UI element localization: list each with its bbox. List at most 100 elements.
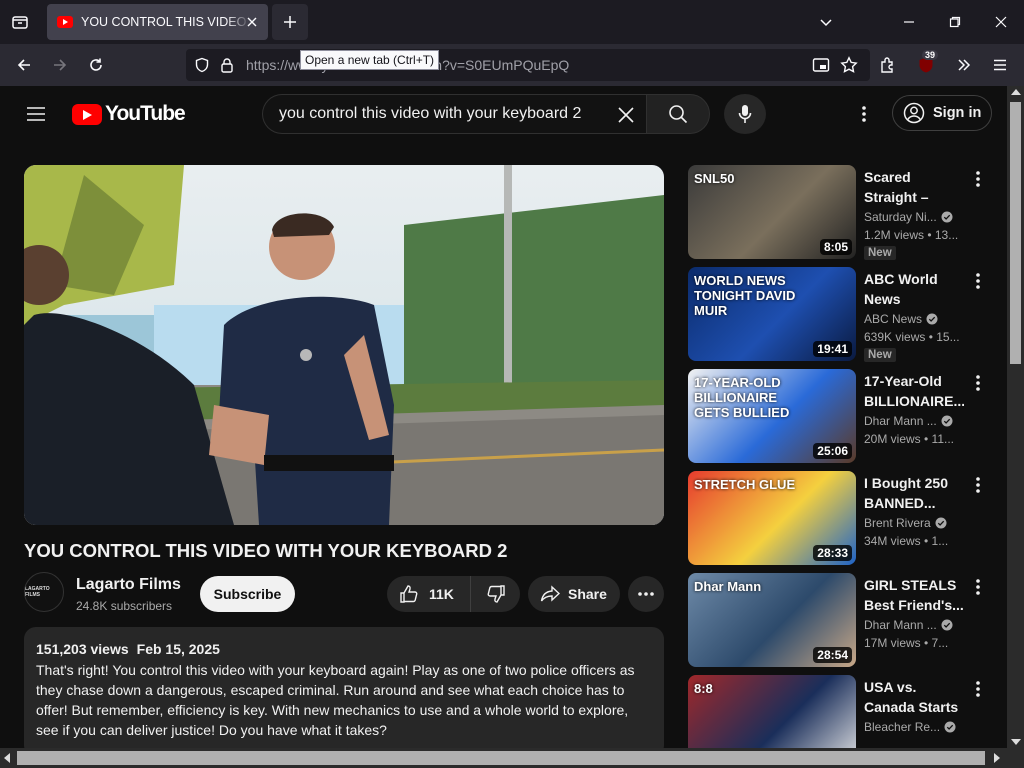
tab-title: YOU CONTROL THIS VIDEO WITH YOUR KEYBOAR…: [81, 15, 251, 29]
recommendation-stats: 20M views • 11...: [864, 432, 955, 446]
recommendation-channel[interactable]: Dhar Mann ...: [864, 414, 953, 428]
vertical-scroll-thumb[interactable]: [1010, 102, 1021, 364]
sign-in-button[interactable]: Sign in: [892, 95, 992, 131]
restore-icon[interactable]: [941, 8, 969, 36]
recommendation-title[interactable]: GIRL STEALS Best Friend's...: [864, 575, 964, 615]
settings-more-icon[interactable]: [850, 100, 878, 128]
recommendation-thumbnail[interactable]: WORLD NEWS TONIGHT DAVID MUIR 19:41: [688, 267, 856, 361]
extensions-puzzle-icon[interactable]: [874, 51, 902, 79]
recommendation-more-icon[interactable]: [968, 371, 988, 395]
channel-avatar-text: LAGARTO FILMS: [25, 586, 50, 598]
thumbs-down-icon: [487, 585, 505, 603]
search-query-text: you control this video with your keyboar…: [279, 105, 582, 122]
thumbnail-text: Dhar Mann: [694, 579, 762, 594]
forward-arrow-icon[interactable]: [46, 51, 74, 79]
verified-check-icon: [941, 619, 953, 631]
video-player[interactable]: [24, 165, 664, 525]
browser-tab-active[interactable]: YOU CONTROL THIS VIDEO WITH YOUR KEYBOAR…: [47, 4, 268, 40]
scroll-up-arrow-icon[interactable]: [1011, 89, 1021, 95]
recommendation-more-icon[interactable]: [968, 167, 988, 191]
recommendation-channel-name: Bleacher Re...: [864, 720, 941, 734]
bookmark-star-icon[interactable]: [840, 56, 858, 74]
recommendation-item[interactable]: Dhar Mann 28:54 GIRL STEALS Best Friend's.…: [688, 573, 993, 669]
extension-badge-count: 39: [922, 50, 939, 60]
recommendation-channel[interactable]: Dhar Mann ...: [864, 618, 953, 632]
horizontal-scrollbar[interactable]: [0, 748, 1024, 768]
verified-check-icon: [944, 721, 956, 733]
recommendation-channel-name: ABC News: [864, 312, 923, 326]
recommendation-more-icon[interactable]: [968, 575, 988, 599]
lock-icon[interactable]: [220, 57, 234, 73]
new-tab-button[interactable]: [272, 4, 308, 40]
close-tab-icon[interactable]: [244, 14, 260, 30]
recommendation-thumbnail[interactable]: Dhar Mann 28:54: [688, 573, 856, 667]
address-bar[interactable]: https://www.youtube.com/watch?v=S0EUmPQu…: [186, 49, 870, 81]
recommendation-thumbnail[interactable]: 17-YEAR-OLD BILLIONAIRE GETS BULLIED 25:0…: [688, 369, 856, 463]
channel-avatar[interactable]: LAGARTO FILMS: [24, 572, 64, 612]
thumbnail-text: 8:8: [694, 681, 713, 696]
new-badge: New: [864, 246, 896, 260]
video-duration: 19:41: [813, 341, 852, 357]
description-meta: 151,203 views Feb 15, 2025: [36, 641, 652, 657]
search-input[interactable]: you control this video with your keyboar…: [262, 94, 646, 134]
tab-list-icon[interactable]: [6, 8, 34, 36]
vertical-scrollbar[interactable]: [1007, 86, 1024, 748]
recommendation-channel[interactable]: Bleacher Re...: [864, 720, 956, 734]
overflow-chevrons-icon[interactable]: [950, 51, 978, 79]
verified-check-icon: [941, 415, 953, 427]
list-all-tabs-chevron-icon[interactable]: [812, 8, 840, 36]
like-button[interactable]: 11K: [387, 576, 471, 612]
recommendation-more-icon[interactable]: [968, 473, 988, 497]
scroll-left-arrow-icon[interactable]: [4, 753, 10, 763]
more-actions-button[interactable]: [628, 576, 664, 612]
scroll-right-arrow-icon[interactable]: [994, 753, 1000, 763]
video-title: YOU CONTROL THIS VIDEO WITH YOUR KEYBOAR…: [24, 540, 508, 561]
subscriber-count: 24.8K subscribers: [76, 599, 173, 613]
recommendation-title[interactable]: 17-Year-Old BILLIONAIRE...: [864, 371, 964, 411]
recommendation-item[interactable]: WORLD NEWS TONIGHT DAVID MUIR 19:41 ABC Wo…: [688, 267, 993, 363]
recommendation-thumbnail[interactable]: SNL50 8:05: [688, 165, 856, 259]
guide-menu-icon[interactable]: [22, 100, 50, 128]
recommendation-more-icon[interactable]: [968, 269, 988, 293]
recommendation-thumbnail[interactable]: 8:8: [688, 675, 856, 748]
plus-icon: [284, 16, 296, 28]
minimize-icon[interactable]: [895, 8, 923, 36]
recommendation-title[interactable]: Scared Straight – SNL50: [864, 167, 964, 207]
browser-tab-bar: YOU CONTROL THIS VIDEO WITH YOUR KEYBOAR…: [0, 0, 1024, 44]
reload-icon[interactable]: [82, 51, 110, 79]
share-button[interactable]: Share: [528, 576, 620, 612]
thumbs-up-icon: [400, 585, 418, 603]
dislike-button[interactable]: [472, 576, 520, 612]
video-frame-image: [24, 165, 664, 525]
clear-search-icon[interactable]: [610, 99, 642, 131]
close-window-icon[interactable]: [987, 8, 1015, 36]
scroll-down-arrow-icon[interactable]: [1011, 739, 1021, 745]
shield-icon[interactable]: [194, 57, 210, 73]
recommendation-item[interactable]: SNL50 8:05 Scared Straight – SNL50 Saturday…: [688, 165, 993, 261]
voice-search-button[interactable]: [724, 94, 766, 134]
sign-in-label: Sign in: [933, 105, 982, 121]
thumbnail-text: 17-YEAR-OLD BILLIONAIRE GETS BULLIED: [694, 375, 790, 420]
recommendation-thumbnail[interactable]: STRETCH GLUE 28:33: [688, 471, 856, 565]
search-button[interactable]: [646, 94, 710, 134]
recommendation-channel[interactable]: Brent Rivera: [864, 516, 947, 530]
recommendation-item[interactable]: 17-YEAR-OLD BILLIONAIRE GETS BULLIED 25:0…: [688, 369, 993, 465]
recommendation-title[interactable]: ABC World News Tonight...: [864, 269, 964, 309]
recommendation-more-icon[interactable]: [968, 677, 988, 701]
recommendation-item[interactable]: 8:8 USA vs. Canada Starts With 3... Bleach…: [688, 675, 993, 748]
app-menu-icon[interactable]: [986, 51, 1014, 79]
subscribe-button[interactable]: Subscribe: [200, 576, 295, 612]
youtube-logo[interactable]: YouTube: [72, 102, 186, 126]
recommendation-item[interactable]: STRETCH GLUE 28:33 I Bought 250 BANNED... B…: [688, 471, 993, 567]
search-icon: [669, 105, 688, 124]
horizontal-scroll-thumb[interactable]: [17, 751, 985, 765]
recommendation-channel[interactable]: Saturday Ni...: [864, 210, 953, 224]
channel-name[interactable]: Lagarto Films: [76, 576, 181, 594]
description-box[interactable]: 151,203 views Feb 15, 2025 That's right! …: [24, 627, 664, 748]
recommendation-stats: 639K views • 15...: [864, 330, 960, 344]
recommendation-title[interactable]: USA vs. Canada Starts With 3...: [864, 677, 964, 717]
picture-in-picture-icon[interactable]: [812, 57, 830, 73]
back-arrow-icon[interactable]: [10, 51, 38, 79]
recommendation-title[interactable]: I Bought 250 BANNED...: [864, 473, 964, 513]
recommendation-channel[interactable]: ABC News: [864, 312, 938, 326]
